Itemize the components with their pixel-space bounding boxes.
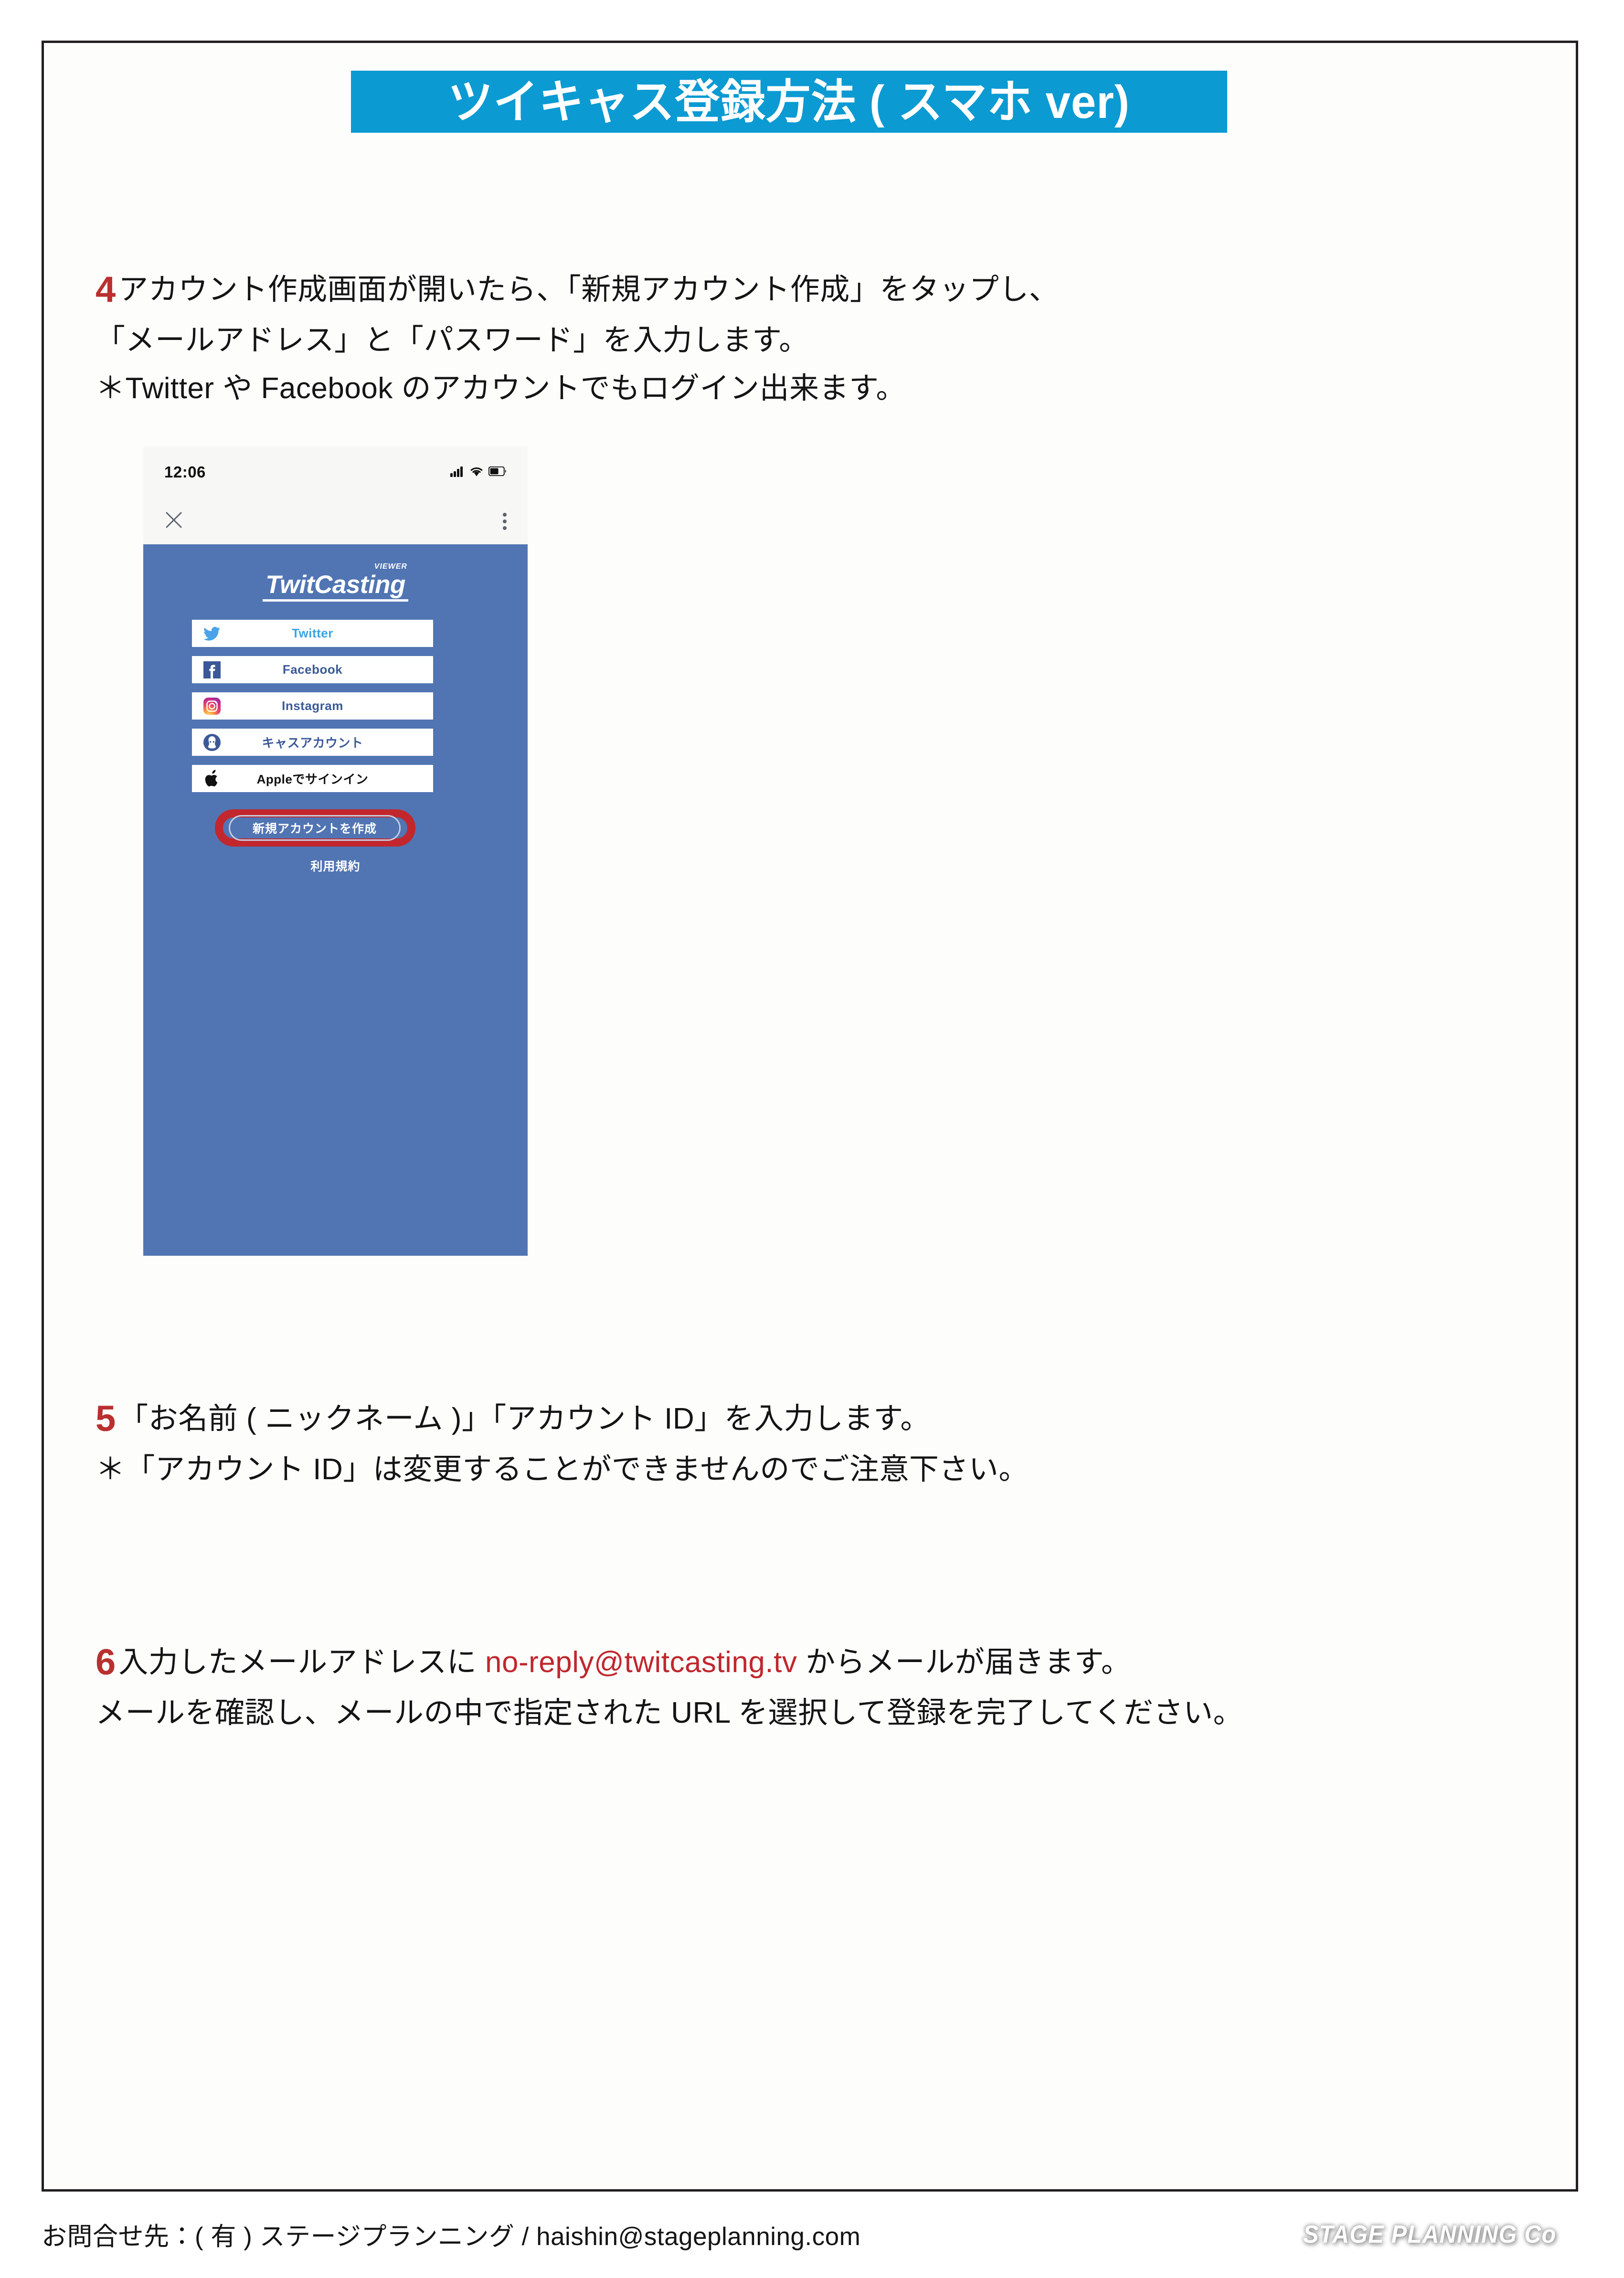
create-account-area: 新規アカウントを作成	[192, 809, 433, 848]
step-6-number: 6	[96, 1642, 116, 1683]
battery-icon	[488, 466, 507, 478]
close-icon[interactable]	[164, 510, 183, 532]
step-6-line-1: 6入力したメールアドレスに no-reply@twitcasting.tv から…	[96, 1631, 1504, 1689]
twitcasting-logo-text: TwitCasting	[265, 571, 405, 599]
terms-of-service-link[interactable]: 利用規約	[143, 857, 528, 874]
step-4-line-3: ＊Twitter や Facebook のアカウントでもログイン出来ます。	[96, 371, 906, 405]
step-5-line-1: 5「お名前 ( ニックネーム )」「アカウント ID」を入力します。	[96, 1387, 1504, 1446]
step-4-line-2: 「メールアドレス」と「パスワード」を入力します。	[96, 324, 809, 357]
step-5-line-2: ＊「アカウント ID」は変更することができませんのでご注意下さい。	[96, 1453, 1029, 1486]
login-button-cas-account-label: キャスアカウント	[262, 736, 363, 750]
twitcasting-logo: TwitCasting VIEWER	[143, 562, 528, 602]
phone-screenshot: 12:06 TwitCasting VIEWER Twitter Faceboo…	[143, 446, 528, 1256]
twitter-bird-icon	[202, 623, 223, 644]
instagram-icon	[202, 696, 223, 717]
page-title-banner: ツイキャス登録方法 ( スマホ ver)	[351, 71, 1227, 133]
login-button-apple[interactable]: Appleでサインイン	[192, 765, 433, 792]
status-bar-clock: 12:06	[164, 463, 206, 481]
twitcasting-logo-viewer-label: VIEWER	[374, 562, 407, 571]
create-new-account-button-label: 新規アカウントを作成	[252, 822, 377, 836]
step-6-line-1-suffix: からメールが届きます。	[797, 1646, 1131, 1679]
step-6-line-2: メールを確認し、メールの中で指定された URL を選択して登録を完了してください…	[96, 1696, 1243, 1730]
login-button-apple-label: Appleでサインイン	[256, 772, 369, 786]
step-6-line-1-prefix: 入力したメールアドレスに	[118, 1646, 486, 1679]
step-4-line-1: 4アカウント作成画面が開いたら、「新規アカウント作成」をタップし、	[96, 258, 1504, 317]
wifi-icon	[470, 466, 483, 479]
page-footer: お問合せ先：( 有 ) ステージプランニング / haishin@stagepl…	[42, 2208, 1578, 2261]
login-provider-list: Twitter Facebook Instagram キャスアカウント Appl…	[192, 620, 433, 801]
twitcasting-login-screen: TwitCasting VIEWER Twitter Facebook Inst…	[143, 544, 528, 1256]
login-button-facebook-label: Facebook	[282, 662, 343, 677]
step-5-line-1-text: 「お名前 ( ニックネーム )」「アカウント ID」を入力します。	[118, 1402, 930, 1435]
cellular-signal-icon	[450, 466, 465, 479]
apple-icon	[202, 768, 223, 789]
phone-nav-bar	[143, 498, 528, 544]
footer-contact-info: お問合せ先：( 有 ) ステージプランニング / haishin@stagepl…	[42, 2223, 861, 2251]
step-4-block: 4アカウント作成画面が開いたら、「新規アカウント作成」をタップし、 「メールアド…	[96, 258, 1504, 413]
step-5-number: 5	[96, 1399, 116, 1439]
login-button-twitter[interactable]: Twitter	[192, 620, 433, 647]
login-button-facebook[interactable]: Facebook	[192, 656, 433, 683]
step-6-block: 6入力したメールアドレスに no-reply@twitcasting.tv から…	[96, 1631, 1504, 1738]
stage-planning-logo: STAGE PLANNING Co	[1303, 2221, 1557, 2248]
status-bar-indicators	[450, 466, 507, 479]
step-4-line-1-text: アカウント作成画面が開いたら、「新規アカウント作成」をタップし、	[118, 273, 1059, 306]
step-5-block: 5「お名前 ( ニックネーム )」「アカウント ID」を入力します。 ＊「アカウ…	[96, 1387, 1504, 1494]
no-reply-email-address: no-reply@twitcasting.tv	[485, 1646, 797, 1679]
step-4-number: 4	[96, 269, 116, 310]
create-new-account-button[interactable]: 新規アカウントを作成	[229, 815, 401, 841]
page-title: ツイキャス登録方法 ( スマホ ver)	[448, 75, 1130, 128]
facebook-icon	[202, 659, 223, 680]
login-button-twitter-label: Twitter	[292, 626, 333, 640]
login-button-instagram-label: Instagram	[282, 699, 343, 713]
twitcasting-account-icon	[202, 732, 223, 753]
login-button-instagram[interactable]: Instagram	[192, 692, 433, 720]
login-button-cas-account[interactable]: キャスアカウント	[192, 729, 433, 756]
kebab-menu-icon[interactable]	[503, 512, 507, 530]
phone-status-bar: 12:06	[143, 446, 528, 498]
